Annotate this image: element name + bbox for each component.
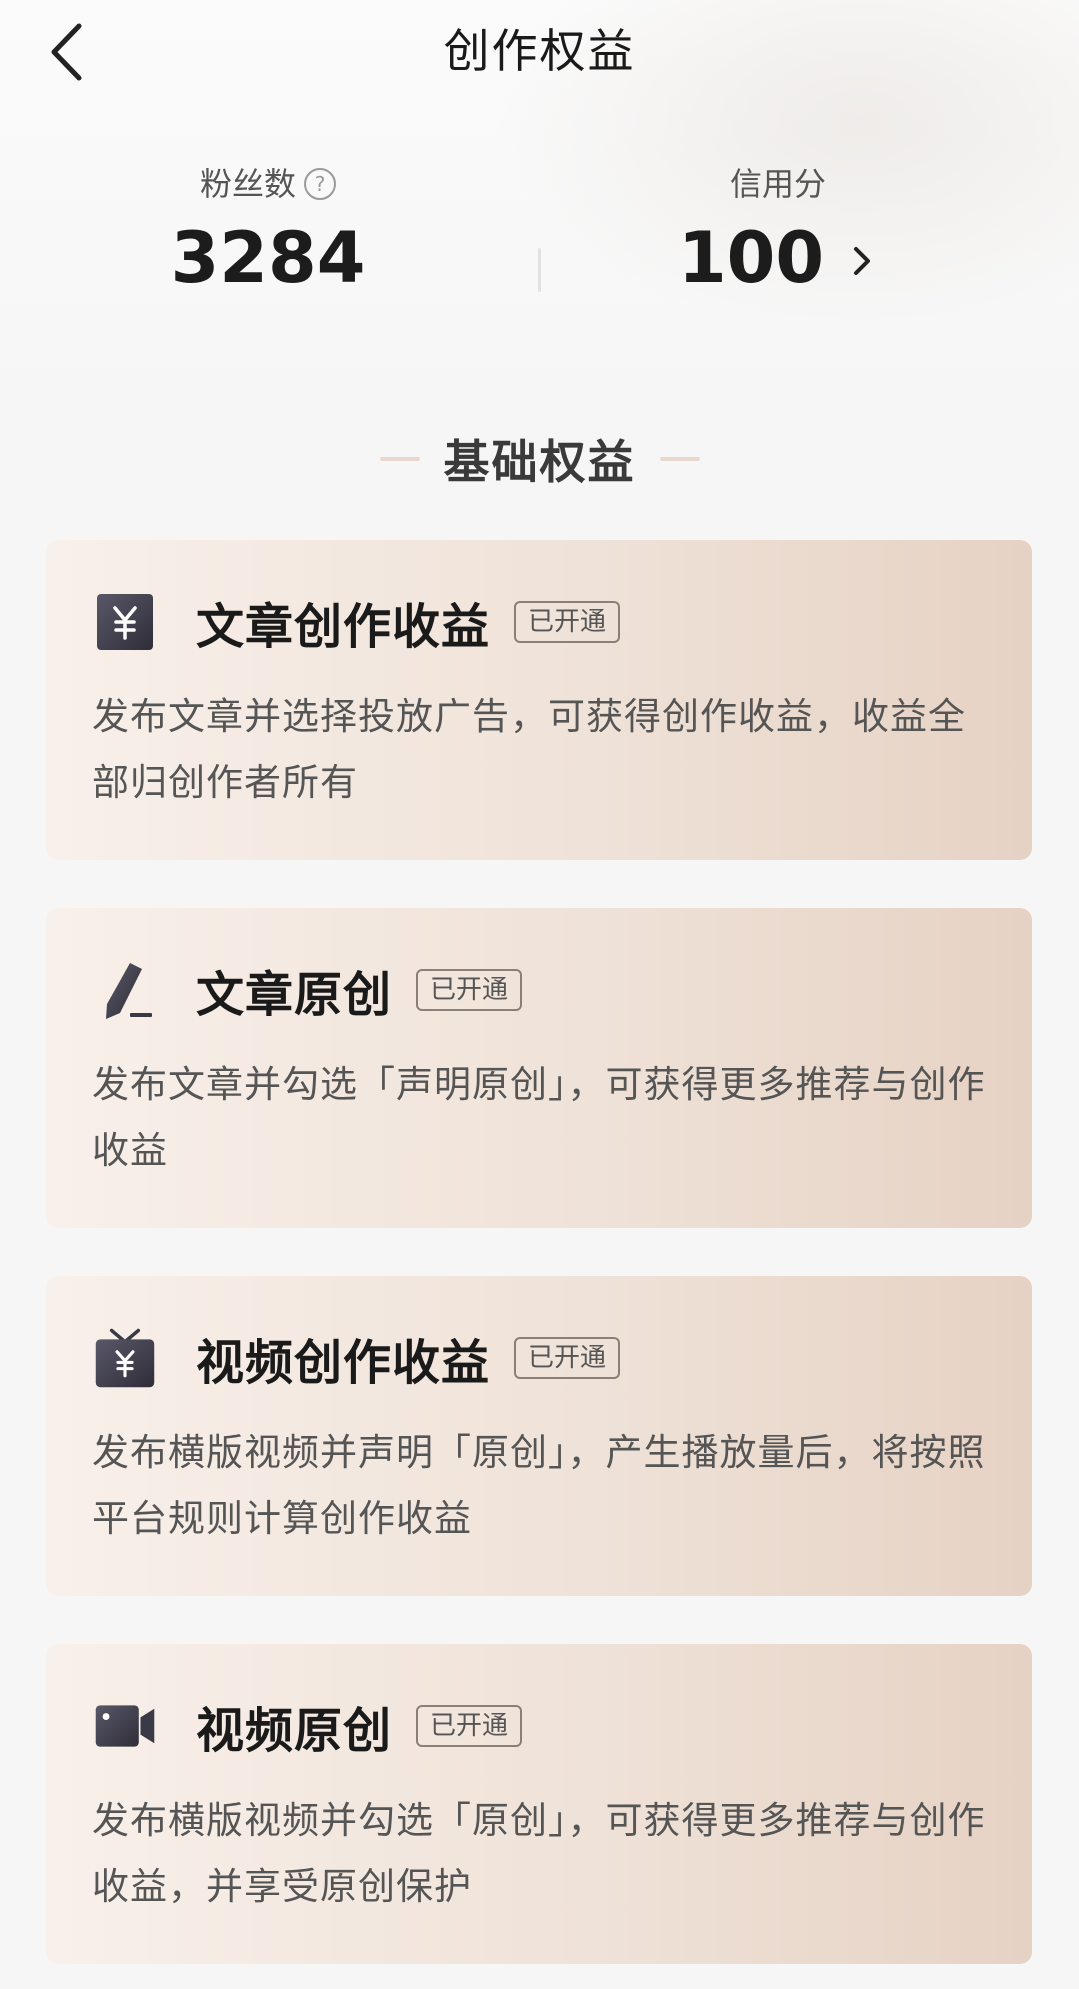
card-title: 视频原创 [196, 1703, 393, 1759]
fans-label: 粉丝数 [199, 165, 296, 203]
card-title: 视频创作收益 [196, 1335, 491, 1391]
benefit-card-video-income[interactable]: 视频创作收益 已开通 发布横版视频并声明「原创」，产生播放量后，将按照平台规则计… [46, 1276, 1032, 1596]
section-title: 基础权益 [443, 435, 636, 489]
card-description: 发布横版视频并声明「原创」，产生播放量后，将按照平台规则计算创作收益 [92, 1431, 986, 1540]
stats-panel: 粉丝数 ? 3284 信用分 100 [0, 160, 1079, 310]
tv-yuan-icon [94, 1327, 156, 1389]
credit-score: 100 [677, 217, 825, 299]
benefit-card-article-original[interactable]: 文章原创 已开通 发布文章并勾选「声明原创」，可获得更多推荐与创作收益 [46, 908, 1032, 1228]
status-badge: 已开通 [416, 969, 523, 1011]
stats-divider [538, 248, 541, 292]
section-line-left [379, 457, 420, 461]
credit-score-link[interactable]: 100 [678, 216, 878, 300]
status-badge: 已开通 [416, 1705, 523, 1747]
credit-label: 信用分 [729, 165, 826, 203]
status-badge: 已开通 [514, 601, 621, 643]
card-title: 文章创作收益 [196, 599, 491, 655]
card-description: 发布文章并选择投放广告，可获得创作收益，收益全部归创作者所有 [92, 695, 966, 804]
credit-stat[interactable]: 信用分 100 [628, 160, 928, 300]
benefit-card-article-income[interactable]: 文章创作收益 已开通 发布文章并选择投放广告，可获得创作收益，收益全部归创作者所… [46, 540, 1032, 860]
benefit-card-video-original[interactable]: 视频原创 已开通 发布横版视频并勾选「原创」，可获得更多推荐与创作收益，并享受原… [46, 1644, 1032, 1964]
pen-icon [94, 959, 156, 1021]
video-camera-icon [94, 1695, 156, 1757]
fans-stat: 粉丝数 ? 3284 [118, 160, 418, 300]
section-header: 基础权益 [0, 424, 1079, 494]
card-description: 发布文章并勾选「声明原创」，可获得更多推荐与创作收益 [92, 1063, 986, 1172]
page-title: 创作权益 [443, 24, 636, 78]
card-description: 发布横版视频并勾选「原创」，可获得更多推荐与创作收益，并享受原创保护 [92, 1799, 986, 1908]
top-bar: 创作权益 [0, 0, 1079, 104]
yuan-icon [94, 591, 156, 653]
chevron-right-icon [854, 247, 871, 275]
card-title: 文章原创 [196, 967, 393, 1023]
fans-count: 3284 [170, 217, 366, 299]
question-icon[interactable]: ? [304, 168, 336, 200]
status-badge: 已开通 [514, 1337, 621, 1379]
section-line-right [659, 457, 700, 461]
